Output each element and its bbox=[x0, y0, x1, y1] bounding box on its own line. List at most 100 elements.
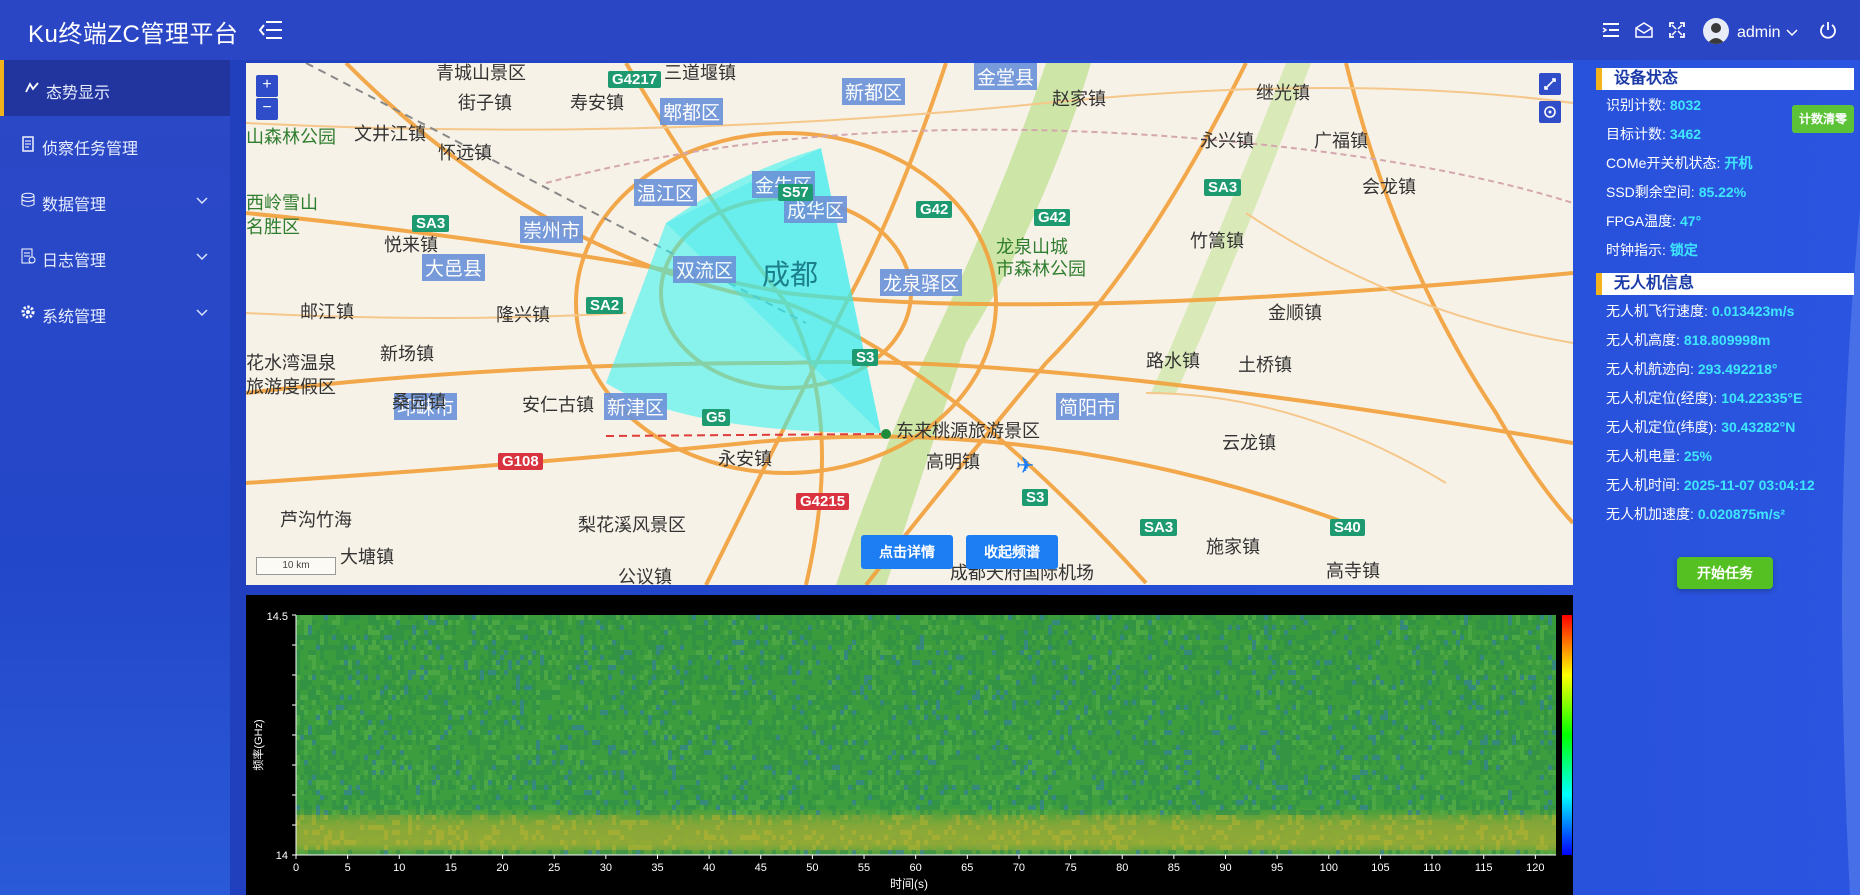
spectrum-cell bbox=[628, 620, 632, 625]
spectrum-cell bbox=[548, 765, 552, 770]
spectrum-cell bbox=[580, 825, 584, 830]
spectrum-cell bbox=[636, 665, 640, 670]
spectrum-cell bbox=[712, 720, 716, 725]
spectrum-cell bbox=[364, 630, 368, 635]
sidebar-item-situation[interactable]: 态势显示 bbox=[0, 60, 230, 116]
spectrum-cell bbox=[828, 790, 832, 795]
sidebar-item-label: 侦察任务管理 bbox=[42, 141, 139, 158]
fullscreen-icon[interactable] bbox=[1667, 20, 1687, 40]
menu-collapse-icon[interactable] bbox=[258, 18, 284, 42]
map-locate-button[interactable] bbox=[1539, 101, 1561, 123]
spectrum-cell bbox=[532, 725, 536, 730]
spectrum-cell bbox=[596, 805, 600, 810]
spectrum-cell bbox=[836, 690, 840, 695]
spectrum-cell bbox=[656, 725, 660, 730]
spectrum-cell bbox=[396, 715, 400, 720]
spectrum-cell bbox=[300, 840, 304, 845]
avatar[interactable] bbox=[1703, 18, 1729, 44]
sidebar-item-system[interactable]: 系统管理 bbox=[0, 284, 230, 340]
spectrum-cell bbox=[472, 630, 476, 635]
sidebar-item-logs[interactable]: 日志管理 bbox=[0, 228, 230, 284]
spectrum-cell bbox=[748, 615, 752, 620]
map-fullscreen-button[interactable] bbox=[1539, 73, 1561, 95]
spectrum-cell bbox=[732, 635, 736, 640]
spectrum-cell bbox=[1012, 680, 1016, 685]
spectrum-cell bbox=[868, 835, 872, 840]
spectrum-cell bbox=[384, 655, 388, 660]
spectrum-cell bbox=[812, 845, 816, 850]
spectrum-cell bbox=[924, 740, 928, 745]
spectrum-cell bbox=[496, 695, 500, 700]
spectrum-cell bbox=[788, 755, 792, 760]
spectrum-cell bbox=[308, 825, 312, 830]
spectrum-cell bbox=[648, 835, 652, 840]
spectrum-cell bbox=[832, 640, 836, 645]
spectrum-cell bbox=[700, 850, 704, 855]
power-icon[interactable] bbox=[1818, 20, 1838, 40]
spectrum-cell bbox=[536, 690, 540, 695]
list-indent-icon[interactable] bbox=[1601, 20, 1621, 40]
mail-icon[interactable] bbox=[1634, 20, 1654, 40]
username[interactable]: admin bbox=[1737, 24, 1781, 42]
spectrum-cell bbox=[952, 740, 956, 745]
spectrum-cell bbox=[712, 850, 716, 855]
spectrum-cell bbox=[944, 635, 948, 640]
spectrum-cell bbox=[832, 720, 836, 725]
spectrum-cell bbox=[448, 780, 452, 785]
spectrum-cell bbox=[568, 765, 572, 770]
sidebar-item-data[interactable]: 数据管理 bbox=[0, 172, 230, 228]
spectrum-cell bbox=[748, 785, 752, 790]
spectrum-cell bbox=[748, 815, 752, 820]
zoom-out-button[interactable]: − bbox=[256, 98, 278, 120]
chevron-down-icon[interactable] bbox=[1786, 27, 1798, 37]
spectrum-cell bbox=[972, 750, 976, 755]
spectrum-cell bbox=[1024, 645, 1028, 650]
spectrum-cell bbox=[460, 765, 464, 770]
spectrum-cell bbox=[316, 695, 320, 700]
spectrum-cell bbox=[884, 825, 888, 830]
spectrum-cell bbox=[552, 785, 556, 790]
spectrum-cell bbox=[408, 700, 412, 705]
spectrum-cell bbox=[568, 715, 572, 720]
map-view[interactable]: ✈ 成都 郫都区 新都区 温江区 金牛区 成华区 崇州市 双流区 龙泉驿区 大邑… bbox=[246, 63, 1573, 585]
spectrum-cell bbox=[352, 635, 356, 640]
spectrum-cell bbox=[628, 825, 632, 830]
spectrum-cell bbox=[456, 825, 460, 830]
spectrum-cell bbox=[896, 810, 900, 815]
spectrum-cell bbox=[428, 690, 432, 695]
details-button[interactable]: 点击详情 bbox=[861, 535, 953, 569]
sidebar-item-recon-tasks[interactable]: 侦察任务管理 bbox=[0, 116, 230, 172]
spectrum-cell bbox=[556, 635, 560, 640]
zoom-in-button[interactable]: + bbox=[256, 75, 278, 97]
spectrum-cell bbox=[356, 770, 360, 775]
spectrum-cell bbox=[440, 760, 444, 765]
spectrum-cell bbox=[664, 660, 668, 665]
spectrum-cell bbox=[900, 770, 904, 775]
spectrum-cell bbox=[436, 750, 440, 755]
spectrum-cell bbox=[304, 630, 308, 635]
spectrum-cell bbox=[492, 830, 496, 835]
spectrum-cell bbox=[992, 800, 996, 805]
spectrum-cell bbox=[532, 835, 536, 840]
spectrum-cell bbox=[372, 680, 376, 685]
spectrum-cell bbox=[428, 645, 432, 650]
spectrum-cell bbox=[880, 720, 884, 725]
spectrum-cell bbox=[440, 655, 444, 660]
spectrum-cell bbox=[528, 695, 532, 700]
spectrum-cell bbox=[516, 850, 520, 855]
spectrum-cell bbox=[532, 755, 536, 760]
spectrum-cell bbox=[992, 650, 996, 655]
collapse-spectrum-button[interactable]: 收起频谱 bbox=[966, 535, 1058, 569]
spectrum-cell bbox=[668, 645, 672, 650]
spectrum-cell bbox=[772, 760, 776, 765]
spectrum-cell bbox=[772, 715, 776, 720]
spectrum-cell bbox=[856, 695, 860, 700]
spectrum-cell bbox=[428, 685, 432, 690]
spectrum-cell bbox=[836, 790, 840, 795]
spectrum-cell bbox=[416, 730, 420, 735]
map-label-place: 街子镇 bbox=[458, 93, 512, 113]
spectrum-cell bbox=[932, 665, 936, 670]
spectrum-cell bbox=[412, 735, 416, 740]
spectrum-cell bbox=[796, 665, 800, 670]
spectrum-cell bbox=[944, 785, 948, 790]
